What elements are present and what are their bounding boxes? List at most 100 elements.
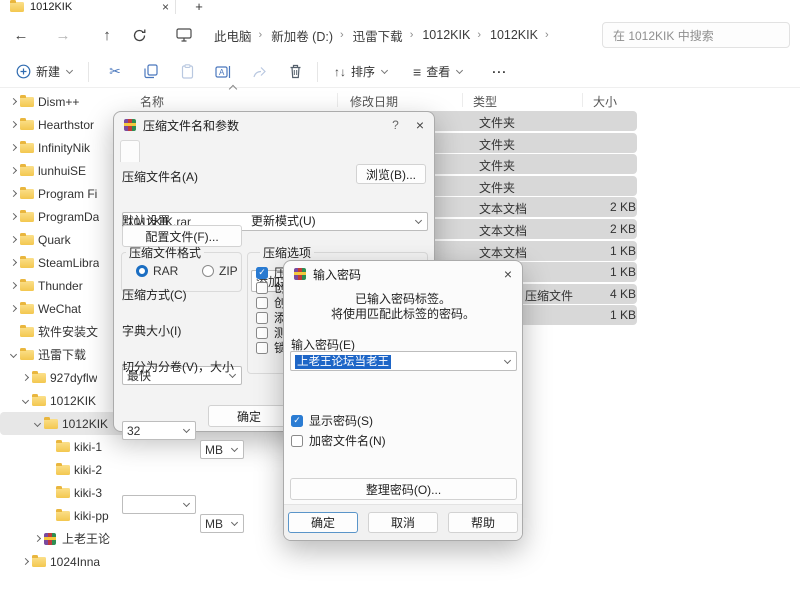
sidebar-tree-item[interactable]: Dism++ <box>0 90 128 113</box>
breadcrumb-item[interactable]: 1012KIK <box>484 26 544 44</box>
tree-chevron-icon[interactable] <box>6 306 20 311</box>
new-button[interactable]: 新建 <box>8 59 80 84</box>
explorer-tab[interactable]: 1012KIK × <box>4 0 176 14</box>
view-button[interactable]: ≡ 查看 <box>405 59 470 84</box>
copy-icon[interactable] <box>137 64 165 79</box>
tree-chevron-icon[interactable] <box>6 260 20 265</box>
ok-button[interactable]: 确定 <box>288 512 358 533</box>
dialog-tab[interactable] <box>240 140 260 162</box>
column-size[interactable]: 大小 <box>593 93 617 110</box>
delete-icon[interactable] <box>281 64 309 79</box>
dialog-tab[interactable] <box>180 140 200 162</box>
tree-chevron-icon[interactable] <box>6 122 20 127</box>
new-tab-button[interactable]: + <box>188 0 210 14</box>
sidebar-tree-item[interactable]: InfinityNik <box>0 136 128 159</box>
tree-chevron-icon[interactable] <box>6 191 20 196</box>
column-date-modified[interactable]: 修改日期 <box>350 93 398 110</box>
paste-icon[interactable] <box>173 64 201 79</box>
tree-chevron-icon[interactable] <box>6 145 20 150</box>
breadcrumb-separator-icon: › <box>544 29 550 41</box>
sidebar-tree-item[interactable]: lunhuiSE <box>0 159 128 182</box>
refresh-icon[interactable] <box>132 28 162 43</box>
archive-format-legend: 压缩文件格式 <box>126 244 204 261</box>
sidebar-tree-item[interactable]: 软件安装文 <box>0 320 128 343</box>
help-icon[interactable]: ? <box>392 118 399 132</box>
close-icon[interactable]: × <box>416 117 424 133</box>
organize-passwords-button[interactable]: 整理密码(O)... <box>290 478 517 500</box>
forward-button[interactable]: → <box>48 27 78 44</box>
breadcrumb-item[interactable]: 此电脑 <box>208 24 258 47</box>
sidebar-tree-item[interactable]: Hearthstor <box>0 113 128 136</box>
tree-chevron-icon[interactable] <box>6 329 20 334</box>
cancel-button[interactable]: 取消 <box>368 512 438 533</box>
sidebar-tree-item[interactable]: Program Fi <box>0 182 128 205</box>
column-divider[interactable] <box>462 93 463 107</box>
column-divider[interactable] <box>337 93 338 107</box>
column-type[interactable]: 类型 <box>473 93 497 110</box>
encrypt-filenames-checkbox[interactable]: 加密文件名(N) <box>291 433 386 448</box>
close-icon[interactable]: × <box>504 266 512 282</box>
sidebar-tree-item[interactable]: Thunder <box>0 274 128 297</box>
tree-chevron-icon[interactable] <box>6 237 20 242</box>
sidebar-tree-item[interactable]: SteamLibra <box>0 251 128 274</box>
tree-chevron-icon[interactable] <box>18 375 32 380</box>
format-radio[interactable]: ZIP <box>202 264 238 278</box>
sidebar-tree-item[interactable]: 1012KIK <box>0 389 128 412</box>
tree-chevron-icon[interactable] <box>18 398 32 403</box>
show-password-checkbox[interactable]: ✓ 显示密码(S) <box>291 413 373 428</box>
column-divider[interactable] <box>582 93 583 107</box>
back-button[interactable]: ← <box>6 27 36 44</box>
up-button[interactable]: ↑ <box>92 27 122 44</box>
tree-chevron-icon[interactable] <box>42 467 56 472</box>
sidebar-tree-item[interactable]: kiki-2 <box>0 458 128 481</box>
dialog-tab[interactable] <box>120 140 140 162</box>
tree-chevron-icon[interactable] <box>42 444 56 449</box>
dialog-tab[interactable] <box>140 140 160 162</box>
dialog-tab[interactable] <box>200 140 220 162</box>
help-button[interactable]: 帮助 <box>448 512 518 533</box>
browse-button[interactable]: 浏览(B)... <box>356 164 426 184</box>
close-tab-icon[interactable]: × <box>162 1 169 13</box>
tree-chevron-icon[interactable] <box>6 99 20 104</box>
column-name[interactable]: 名称 <box>140 93 164 110</box>
tree-chevron-icon[interactable] <box>42 490 56 495</box>
sidebar-tree-item[interactable]: ProgramDa <box>0 205 128 228</box>
dictionary-unit-combobox[interactable]: MB <box>200 440 244 459</box>
breadcrumb-item[interactable]: 新加卷 (D:) <box>265 24 339 47</box>
tree-chevron-icon[interactable] <box>18 559 32 564</box>
tree-chevron-icon[interactable] <box>30 421 44 426</box>
sidebar-tree-item[interactable]: 迅雷下载 <box>0 343 128 366</box>
tree-chevron-icon[interactable] <box>42 513 56 518</box>
search-input[interactable]: 在 1012KIK 中搜索 <box>602 22 790 48</box>
more-options-button[interactable]: ··· <box>484 61 515 83</box>
sidebar-tree-item[interactable]: 1024Inna <box>0 550 128 573</box>
breadcrumb-item[interactable]: 1012KIK <box>416 26 476 44</box>
sidebar-tree-item[interactable]: kiki-1 <box>0 435 128 458</box>
dialog-tab[interactable] <box>160 140 180 162</box>
share-icon[interactable] <box>245 65 273 79</box>
sidebar-tree-item[interactable]: kiki-pp <box>0 504 128 527</box>
checkbox-icon <box>256 297 268 309</box>
ok-button[interactable]: 确定 <box>208 405 290 427</box>
cut-icon[interactable]: ✂ <box>101 63 129 80</box>
sidebar-tree-item[interactable]: kiki-3 <box>0 481 128 504</box>
sidebar-tree-item[interactable]: 927dyflw <box>0 366 128 389</box>
sidebar-tree-item[interactable]: WeChat <box>0 297 128 320</box>
sort-button[interactable]: ↑↓ 排序 <box>326 59 395 84</box>
tree-chevron-icon[interactable] <box>6 283 20 288</box>
password-combobox[interactable]: 上老王论坛当老王 <box>290 351 517 371</box>
sidebar-tree-item[interactable]: 上老王论 <box>0 527 128 550</box>
split-size-combobox[interactable] <box>122 495 196 514</box>
breadcrumb-item[interactable]: 迅雷下载 <box>347 24 409 47</box>
tree-chevron-icon[interactable] <box>6 352 20 357</box>
tree-chevron-icon[interactable] <box>6 168 20 173</box>
dictionary-size-combobox[interactable]: 32 <box>122 421 196 440</box>
tree-chevron-icon[interactable] <box>6 214 20 219</box>
rename-icon[interactable]: A <box>209 65 237 79</box>
tree-chevron-icon[interactable] <box>30 536 44 541</box>
sidebar-tree-item[interactable]: Quark <box>0 228 128 251</box>
sidebar-tree-item[interactable]: 1012KIK <box>0 412 128 435</box>
dialog-tab[interactable] <box>220 140 240 162</box>
format-radio[interactable]: RAR <box>136 264 178 278</box>
split-unit-combobox[interactable]: MB <box>200 514 244 533</box>
